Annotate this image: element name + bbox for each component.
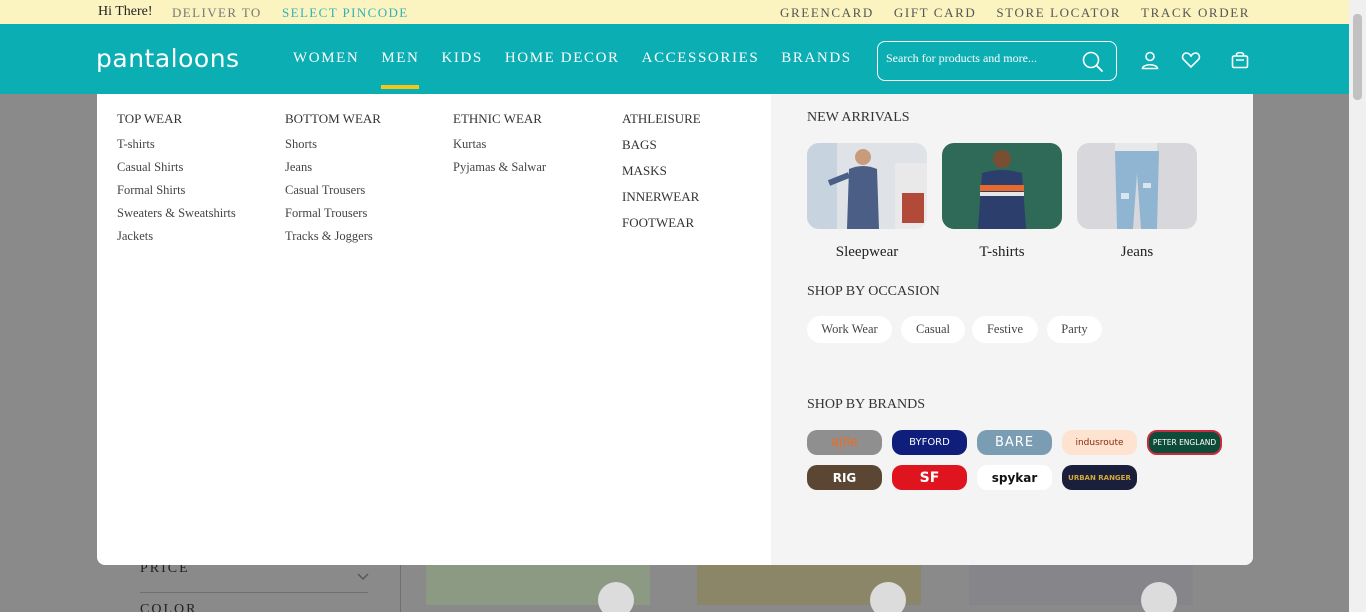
- occasion-casual-chip[interactable]: Casual: [901, 316, 965, 343]
- featured-panel: NEW ARRIVALS Sleepwear T-shirts Jeans SH…: [771, 94, 1253, 565]
- scrollbar-thumb[interactable]: [1353, 14, 1362, 100]
- brand-indusroute[interactable]: indusroute: [1062, 430, 1137, 455]
- menu-item-jeans[interactable]: Jeans: [285, 160, 381, 175]
- menu-item-formal-shirts[interactable]: Formal Shirts: [117, 183, 236, 198]
- page-scrollbar[interactable]: [1349, 0, 1366, 612]
- store-locator-link[interactable]: STORE LOCATOR: [996, 5, 1121, 21]
- bottom-wear-heading[interactable]: BOTTOM WEAR: [285, 111, 381, 127]
- top-wear-heading[interactable]: TOP WEAR: [117, 111, 236, 127]
- nav-women[interactable]: WOMEN: [293, 50, 359, 67]
- color-filter-label[interactable]: COLOR: [140, 602, 197, 612]
- footwear-heading[interactable]: FOOTWEAR: [622, 215, 701, 231]
- menu-item-formal-trousers[interactable]: Formal Trousers: [285, 206, 381, 221]
- wishlist-heart-icon[interactable]: [598, 582, 634, 612]
- shop-by-occasion-heading: SHOP BY OCCASION: [807, 284, 940, 299]
- cart-bag-icon[interactable]: [1230, 50, 1250, 70]
- menu-item-casual-trousers[interactable]: Casual Trousers: [285, 183, 381, 198]
- occasion-festive-chip[interactable]: Festive: [972, 316, 1038, 343]
- utility-links: GREENCARD GIFT CARD STORE LOCATOR TRACK …: [780, 5, 1250, 21]
- wishlist-heart-icon[interactable]: [1141, 582, 1177, 612]
- brand-byford[interactable]: BYFORD: [892, 430, 967, 455]
- nav-kids[interactable]: KIDS: [441, 50, 482, 67]
- main-nav: WOMEN MEN KIDS HOME DECOR ACCESSORIES BR…: [293, 50, 874, 89]
- menu-item-sweaters[interactable]: Sweaters & Sweatshirts: [117, 206, 236, 221]
- menu-item-t-shirts[interactable]: T-shirts: [117, 137, 236, 152]
- brand-sf[interactable]: SF: [892, 465, 967, 490]
- ethnic-wear-heading[interactable]: ETHNIC WEAR: [453, 111, 546, 127]
- pantaloons-logo[interactable]: pantaloons: [96, 44, 240, 73]
- t-shirts-tile[interactable]: [942, 143, 1062, 229]
- main-header: pantaloons WOMEN MEN KIDS HOME DECOR ACC…: [0, 24, 1366, 94]
- menu-item-tracks-joggers[interactable]: Tracks & Joggers: [285, 229, 381, 244]
- men-mega-menu: TOP WEAR T-shirts Casual Shirts Formal S…: [97, 94, 1253, 565]
- brand-bare[interactable]: BARE: [977, 430, 1052, 455]
- occasion-work-wear-chip[interactable]: Work Wear: [807, 316, 892, 343]
- brand-ajile[interactable]: ajile: [807, 430, 882, 455]
- brand-spykar[interactable]: spykar: [977, 465, 1052, 490]
- menu-item-shorts[interactable]: Shorts: [285, 137, 381, 152]
- jeans-tile[interactable]: [1077, 143, 1197, 229]
- filter-divider: [140, 592, 368, 593]
- t-shirts-label[interactable]: T-shirts: [942, 244, 1062, 261]
- menu-item-pyjamas-salwar[interactable]: Pyjamas & Salwar: [453, 160, 546, 175]
- other-categories-column: ATHLEISURE BAGS MASKS INNERWEAR FOOTWEAR: [622, 111, 701, 241]
- athleisure-heading[interactable]: ATHLEISURE: [622, 111, 701, 127]
- nav-men[interactable]: MEN: [381, 50, 420, 89]
- jeans-label[interactable]: Jeans: [1077, 244, 1197, 261]
- sleepwear-tile[interactable]: [807, 143, 927, 229]
- brand-rig[interactable]: RIG: [807, 465, 882, 490]
- menu-item-jackets[interactable]: Jackets: [117, 229, 236, 244]
- brand-peter-england[interactable]: PETER ENGLAND: [1147, 430, 1222, 455]
- deliver-to-label: DELIVER TO: [172, 5, 262, 20]
- shop-by-brands-heading: SHOP BY BRANDS: [807, 397, 925, 412]
- masks-heading[interactable]: MASKS: [622, 163, 701, 179]
- wishlist-heart-icon[interactable]: [1181, 50, 1201, 70]
- ethnic-wear-column: ETHNIC WEAR Kurtas Pyjamas & Salwar: [453, 111, 546, 183]
- top-strip: Hi There! DELIVER TO SELECT PINCODE GREE…: [0, 0, 1366, 24]
- chevron-down-icon[interactable]: [357, 566, 369, 585]
- track-order-link[interactable]: TRACK ORDER: [1141, 5, 1250, 21]
- gift-card-link[interactable]: GIFT CARD: [894, 5, 976, 21]
- select-pincode-link[interactable]: SELECT PINCODE: [282, 5, 409, 21]
- new-arrivals-heading: NEW ARRIVALS: [807, 110, 910, 125]
- account-icon[interactable]: [1140, 50, 1160, 70]
- search-input[interactable]: [886, 51, 1076, 66]
- brand-urban-ranger[interactable]: URBAN RANGER: [1062, 465, 1137, 490]
- nav-brands[interactable]: BRANDS: [781, 50, 851, 67]
- greeting-text: Hi There!: [98, 4, 153, 19]
- nav-accessories[interactable]: ACCESSORIES: [642, 50, 760, 67]
- innerwear-heading[interactable]: INNERWEAR: [622, 189, 701, 205]
- occasion-party-chip[interactable]: Party: [1047, 316, 1102, 343]
- top-wear-column: TOP WEAR T-shirts Casual Shirts Formal S…: [117, 111, 236, 252]
- greencard-link[interactable]: GREENCARD: [780, 5, 874, 21]
- sidebar-divider: [400, 565, 401, 612]
- bottom-wear-column: BOTTOM WEAR Shorts Jeans Casual Trousers…: [285, 111, 381, 252]
- bags-heading[interactable]: BAGS: [622, 137, 701, 153]
- nav-home-decor[interactable]: HOME DECOR: [505, 50, 620, 67]
- menu-item-casual-shirts[interactable]: Casual Shirts: [117, 160, 236, 175]
- search-icon[interactable]: [1082, 51, 1104, 77]
- menu-item-kurtas[interactable]: Kurtas: [453, 137, 546, 152]
- search-box: [877, 41, 1117, 81]
- sleepwear-label[interactable]: Sleepwear: [807, 244, 927, 261]
- wishlist-heart-icon[interactable]: [870, 582, 906, 612]
